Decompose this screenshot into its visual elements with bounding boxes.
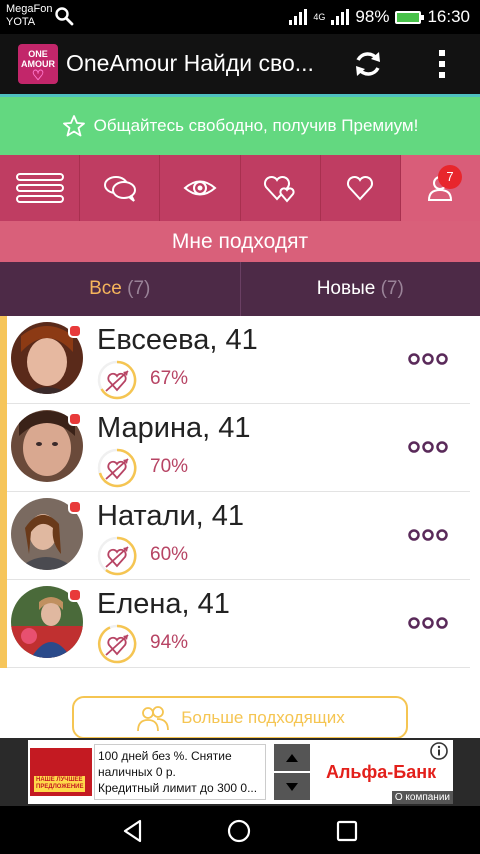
ad-text[interactable]: 100 дней без %. Снятие наличных 0 р. Кре… xyxy=(98,748,268,796)
person-name: Евсеева, 41 xyxy=(97,324,258,356)
ad-up-button[interactable] xyxy=(274,744,310,771)
signal-icon-2 xyxy=(331,9,350,25)
eye-icon xyxy=(183,180,217,196)
nav-mutual-likes[interactable] xyxy=(241,155,321,221)
nav-chat[interactable] xyxy=(80,155,161,221)
match-cupid-icon xyxy=(97,448,137,488)
more-matches-button[interactable]: Больше подходящих xyxy=(72,696,408,739)
ad-down-button[interactable] xyxy=(274,773,310,800)
chat-icon xyxy=(103,176,136,202)
home-icon[interactable] xyxy=(226,818,252,844)
tab-new-label: Новые xyxy=(316,278,376,299)
online-indicator xyxy=(68,500,82,514)
ad-line-1: 100 дней без %. Снятие xyxy=(98,749,232,763)
nav-menu[interactable] xyxy=(0,155,81,221)
match-cupid-icon xyxy=(97,624,137,664)
ad-arrows xyxy=(274,744,310,800)
ad-brand[interactable]: Альфа-Банк xyxy=(326,762,436,783)
carrier-1: MegaFon xyxy=(6,3,53,15)
refresh-icon[interactable] xyxy=(352,48,384,80)
tab-all-count: (7) xyxy=(127,278,151,299)
ad-image[interactable]: НАШЕ ЛУЧШЕЕ ПРЕДЛОЖЕНИЕ xyxy=(30,748,92,796)
people-icon xyxy=(137,705,170,731)
app-logo: ONE AMOUR ♡ xyxy=(18,44,58,84)
carrier-label: MegaFon YOTA xyxy=(6,3,52,29)
tab-all-label: Все xyxy=(89,278,122,299)
ad-image-tag: НАШЕ ЛУЧШЕЕ ПРЕДЛОЖЕНИЕ xyxy=(34,776,86,792)
person-name: Натали, 41 xyxy=(97,500,245,532)
match-cupid-icon xyxy=(97,360,137,400)
nav-views[interactable] xyxy=(160,155,241,221)
match-percent: 60% xyxy=(150,544,189,565)
subtabs: Все (7) Новые (7) xyxy=(0,262,480,316)
premium-text: Общайтесь свободно, получив Премиум! xyxy=(93,116,419,135)
logo-line-1: ONE xyxy=(28,49,48,59)
online-indicator xyxy=(68,588,82,602)
back-icon[interactable] xyxy=(120,818,146,844)
premium-banner[interactable]: Общайтесь свободно, получив Премиум! xyxy=(0,94,480,155)
list-item[interactable]: Елена, 41 94% xyxy=(7,580,470,668)
person-name: Марина, 41 xyxy=(97,412,251,444)
clock: 16:30 xyxy=(427,7,470,26)
more-options-icon[interactable] xyxy=(407,528,449,542)
match-list: Евсеева, 41 67% Марина, 41 70% Натали, 4… xyxy=(0,316,480,739)
heart-icon xyxy=(347,175,374,201)
menu-icon xyxy=(15,173,64,203)
star-icon xyxy=(62,115,85,137)
list-accent-stripe xyxy=(0,316,7,668)
match-cupid-icon xyxy=(97,536,137,576)
app-bar: ONE AMOUR ♡ OneAmour Найди сво... xyxy=(0,34,480,94)
ad-line-2: наличных 0 р. xyxy=(98,765,176,779)
ad-line-3: Кредитный лимит до 300 0... xyxy=(98,781,258,795)
recent-apps-icon[interactable] xyxy=(334,818,360,844)
section-title: Мне подходят xyxy=(0,221,480,262)
tab-new-count: (7) xyxy=(380,278,404,299)
arrow-up-icon xyxy=(286,753,298,762)
notification-badge: 7 xyxy=(438,165,463,189)
more-options-icon[interactable] xyxy=(407,616,449,630)
status-bar: MegaFon YOTA 4G 98% 16:30 xyxy=(0,0,480,34)
ad-content[interactable]: НАШЕ ЛУЧШЕЕ ПРЕДЛОЖЕНИЕ 100 дней без %. … xyxy=(28,740,453,804)
status-icons: 4G 98% 16:30 xyxy=(289,5,470,29)
ad-image-tag-2: ПРЕДЛОЖЕНИЕ xyxy=(36,784,84,790)
system-navigation-bar xyxy=(0,806,480,854)
person-name: Елена, 41 xyxy=(97,588,230,620)
more-options-icon[interactable] xyxy=(407,440,449,454)
list-item[interactable]: Натали, 41 60% xyxy=(7,492,470,580)
carrier-2: YOTA xyxy=(6,16,36,28)
battery-percent: 98% xyxy=(355,7,390,26)
heart-icon: ♡ xyxy=(31,67,45,83)
ad-company-link[interactable]: О компании xyxy=(391,791,453,804)
match-percent: 67% xyxy=(150,368,189,389)
main-nav: 7 xyxy=(0,155,480,221)
signal-icon xyxy=(289,9,308,25)
list-item[interactable]: Марина, 41 70% xyxy=(7,404,470,492)
info-icon[interactable] xyxy=(430,742,448,760)
list-item[interactable]: Евсеева, 41 67% xyxy=(7,316,470,404)
tab-all[interactable]: Все (7) xyxy=(0,262,241,316)
match-percent: 94% xyxy=(150,632,189,653)
ad-image-tag-1: НАШЕ ЛУЧШЕЕ xyxy=(36,777,83,783)
network-label: 4G xyxy=(313,12,326,22)
tab-new[interactable]: Новые (7) xyxy=(241,262,480,316)
search-icon xyxy=(55,7,74,26)
battery-icon xyxy=(395,10,425,24)
more-matches-label: Больше подходящих xyxy=(181,707,345,727)
ad-banner[interactable]: НАШЕ ЛУЧШЕЕ ПРЕДЛОЖЕНИЕ 100 дней без %. … xyxy=(0,738,480,806)
match-percent: 70% xyxy=(150,456,189,477)
app-title: OneAmour Найди сво... xyxy=(66,50,314,76)
overflow-menu-icon[interactable] xyxy=(432,48,452,80)
online-indicator xyxy=(68,412,82,426)
nav-matches[interactable]: 7 xyxy=(400,155,480,221)
nav-likes[interactable] xyxy=(321,155,401,221)
hearts-icon xyxy=(264,175,295,203)
online-indicator xyxy=(68,324,82,338)
arrow-down-icon xyxy=(286,782,298,791)
more-options-icon[interactable] xyxy=(407,352,449,366)
